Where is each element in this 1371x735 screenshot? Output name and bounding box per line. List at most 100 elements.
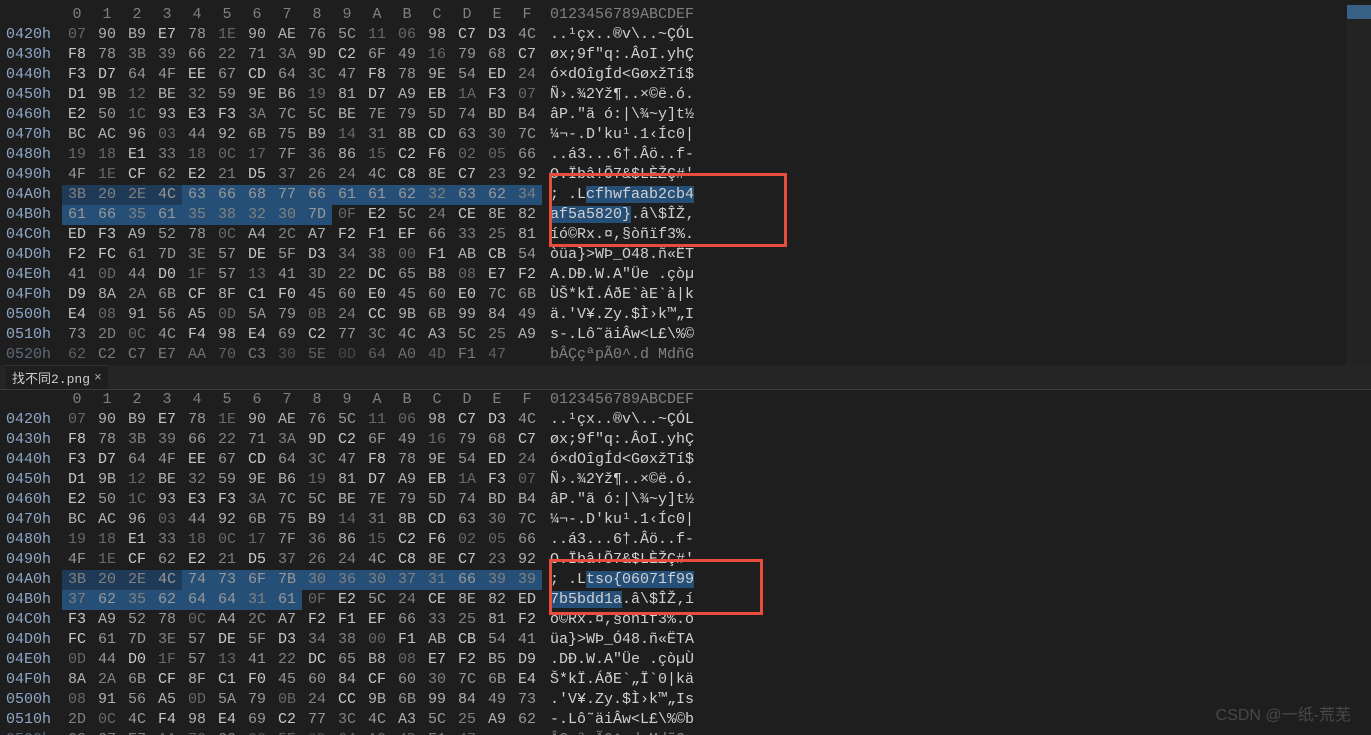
hex-cell[interactable]: 5C — [422, 710, 452, 730]
hex-cell[interactable]: F1 — [332, 610, 362, 630]
hex-cell[interactable]: A7 — [272, 610, 302, 630]
hex-cell[interactable]: C7 — [452, 410, 482, 430]
hex-cell[interactable]: BE — [332, 490, 362, 510]
hex-cell[interactable]: 19 — [62, 530, 92, 550]
hex-cell[interactable]: 9E — [422, 450, 452, 470]
hex-cell[interactable]: 6F — [362, 430, 392, 450]
hex-cell[interactable]: EF — [362, 610, 392, 630]
hex-cell[interactable]: 44 — [92, 650, 122, 670]
hex-row[interactable]: 0510h2D0C4CF498E469C2773C4CA35C25A962-.L… — [6, 710, 1371, 730]
hex-cell[interactable]: 33 — [152, 145, 182, 165]
hex-cell[interactable]: 5A — [242, 305, 272, 325]
hex-cell[interactable]: 73 — [512, 690, 542, 710]
hex-cell[interactable]: 38 — [332, 630, 362, 650]
hex-cell[interactable]: 41 — [272, 265, 302, 285]
hex-row[interactable]: 0460hE2501C93E3F33A7C5CBE7E795D74BDB4âP.… — [6, 490, 1371, 510]
hex-cell[interactable]: 18 — [182, 145, 212, 165]
hex-cell[interactable]: 61 — [62, 205, 92, 225]
hex-cell[interactable]: AE — [272, 25, 302, 45]
hex-cell[interactable]: 5C — [452, 325, 482, 345]
hex-cell[interactable]: 8A — [92, 285, 122, 305]
hex-cell[interactable]: E2 — [332, 590, 362, 610]
ascii-cell[interactable]: .DÐ.W.A"Üe .çòµÙ — [550, 650, 760, 670]
hex-cell[interactable]: A3 — [392, 710, 422, 730]
hex-cell[interactable]: 62 — [92, 590, 122, 610]
hex-cell[interactable]: E1 — [122, 530, 152, 550]
hex-cell[interactable]: 8F — [212, 285, 242, 305]
hex-cell[interactable]: EF — [392, 225, 422, 245]
hex-cell[interactable]: D3 — [302, 245, 332, 265]
hex-cell[interactable]: F3 — [62, 65, 92, 85]
hex-row[interactable]: 0510h732D0C4CF498E469C2773C4CA35C25A9s-.… — [6, 325, 1371, 345]
hex-row[interactable]: 0430hF8783B396622713A9DC26F49167968C7øx;… — [6, 430, 1371, 450]
hex-cell[interactable]: F0 — [242, 670, 272, 690]
hex-cell[interactable]: 41 — [512, 630, 542, 650]
hex-cell[interactable]: 24 — [332, 550, 362, 570]
hex-cell[interactable]: 60 — [392, 670, 422, 690]
hex-cell[interactable]: 47 — [482, 345, 512, 365]
hex-cell[interactable]: 4C — [392, 325, 422, 345]
hex-cell[interactable]: 36 — [302, 145, 332, 165]
hex-row[interactable]: 0490h4F1ECF62E221D53726244CC88EC72392O.Ï… — [6, 550, 1371, 570]
hex-cell[interactable]: D3 — [482, 25, 512, 45]
hex-cell[interactable]: 59 — [212, 470, 242, 490]
hex-cell[interactable]: 32 — [182, 85, 212, 105]
hex-cell[interactable]: 5D — [422, 490, 452, 510]
ascii-cell[interactable]: ..¹çx..®v\..~ÇÓL — [550, 25, 760, 45]
hex-cell[interactable]: 66 — [392, 610, 422, 630]
hex-cell[interactable]: C7 — [452, 550, 482, 570]
hex-cell[interactable]: 74 — [452, 490, 482, 510]
hex-cell[interactable]: 6B — [392, 690, 422, 710]
hex-cell[interactable]: F6 — [422, 530, 452, 550]
hex-cell[interactable]: 31 — [362, 125, 392, 145]
hex-cell[interactable]: 69 — [242, 710, 272, 730]
ascii-cell[interactable]: af5a5820}.â\$ÎŽ‚ — [550, 205, 760, 225]
hex-cell[interactable]: 98 — [212, 325, 242, 345]
hex-cell[interactable]: 4C — [362, 710, 392, 730]
hex-cell[interactable]: 59 — [212, 85, 242, 105]
hex-cell[interactable]: 60 — [332, 285, 362, 305]
hex-cell[interactable]: 49 — [392, 45, 422, 65]
hex-cell[interactable]: CF — [362, 670, 392, 690]
hex-cell[interactable]: 92 — [212, 125, 242, 145]
hex-cell[interactable]: 4F — [62, 550, 92, 570]
hex-cell[interactable]: E4 — [62, 305, 92, 325]
ascii-cell[interactable]: s-.Lô˜äiÂw<L£\%© — [550, 325, 760, 345]
hex-cell[interactable]: A0 — [392, 345, 422, 365]
hex-cell[interactable]: 25 — [482, 325, 512, 345]
file-tab[interactable]: 找不同2.png× — [6, 365, 108, 389]
hex-cell[interactable]: F2 — [62, 245, 92, 265]
hex-row[interactable]: 0450hD19B12BE32599EB61981D7A9EB1AF307Ñ›.… — [6, 470, 1371, 490]
hex-cell[interactable]: 92 — [212, 510, 242, 530]
hex-cell[interactable]: 73 — [62, 325, 92, 345]
hex-cell[interactable]: 5F — [272, 245, 302, 265]
hex-cell[interactable]: 6B — [482, 670, 512, 690]
ascii-cell[interactable]: ..á3...6†.Âö..f- — [550, 145, 760, 165]
hex-cell[interactable]: D7 — [92, 450, 122, 470]
hex-cell[interactable]: D3 — [272, 630, 302, 650]
hex-cell[interactable]: A5 — [182, 305, 212, 325]
hex-cell[interactable]: 22 — [332, 265, 362, 285]
hex-cell[interactable]: 45 — [272, 670, 302, 690]
hex-cell[interactable]: 3D — [302, 265, 332, 285]
hex-cell[interactable]: AA — [182, 345, 212, 365]
hex-cell[interactable]: AC — [92, 125, 122, 145]
hex-cell[interactable]: 7D — [122, 630, 152, 650]
hex-cell[interactable]: D3 — [482, 410, 512, 430]
hex-cell[interactable]: F3 — [212, 490, 242, 510]
hex-cell[interactable]: 03 — [152, 510, 182, 530]
hex-cell[interactable]: 2C — [272, 225, 302, 245]
hex-cell[interactable]: 24 — [302, 690, 332, 710]
hex-cell[interactable]: 23 — [482, 550, 512, 570]
hex-row[interactable]: 0490h4F1ECF62E221D53726244CC88EC72392O.Ï… — [6, 165, 1371, 185]
hex-cell[interactable]: 4C — [362, 550, 392, 570]
hex-cell[interactable]: 35 — [122, 590, 152, 610]
ascii-cell[interactable]: ó×dOîgÍd<GøxžTí$ — [550, 450, 760, 470]
hex-cell[interactable]: 39 — [512, 570, 542, 590]
hex-cell[interactable]: 0B — [302, 305, 332, 325]
hex-cell[interactable]: ED — [482, 450, 512, 470]
hex-cell[interactable]: F0 — [272, 285, 302, 305]
hex-row[interactable]: 0480h1918E133180C177F368615C2F6020566..á… — [6, 145, 1371, 165]
hex-cell[interactable]: 34 — [302, 630, 332, 650]
hex-cell[interactable]: 54 — [512, 245, 542, 265]
